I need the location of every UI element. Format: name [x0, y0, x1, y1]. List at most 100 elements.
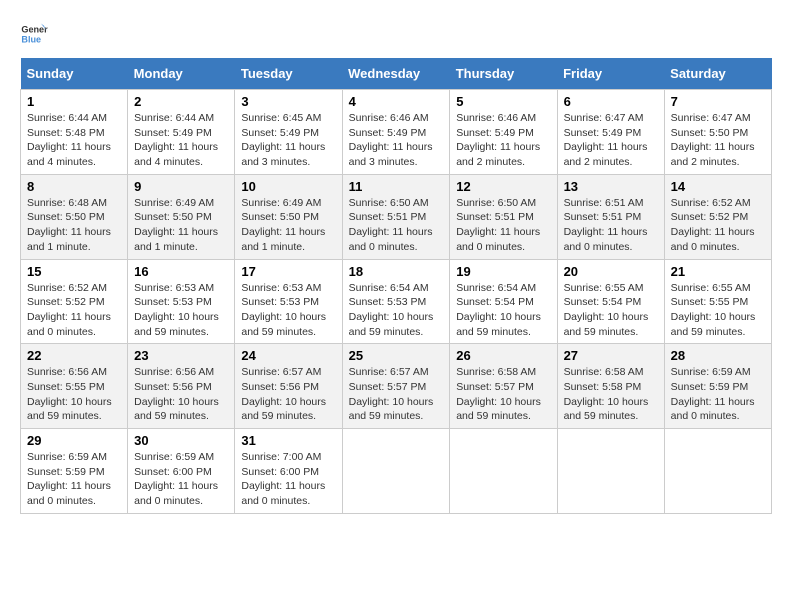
- day-info: Sunrise: 6:45 AM Sunset: 5:49 PM Dayligh…: [241, 111, 335, 170]
- day-cell-6: 6 Sunrise: 6:47 AM Sunset: 5:49 PM Dayli…: [557, 90, 664, 175]
- day-cell-12: 12 Sunrise: 6:50 AM Sunset: 5:51 PM Dayl…: [450, 174, 557, 259]
- day-info: Sunrise: 6:44 AM Sunset: 5:48 PM Dayligh…: [27, 111, 121, 170]
- svg-text:Blue: Blue: [21, 34, 41, 44]
- day-info: Sunrise: 6:47 AM Sunset: 5:50 PM Dayligh…: [671, 111, 765, 170]
- day-info: Sunrise: 6:56 AM Sunset: 5:55 PM Dayligh…: [27, 365, 121, 424]
- day-info: Sunrise: 7:00 AM Sunset: 6:00 PM Dayligh…: [241, 450, 335, 509]
- day-cell-19: 19 Sunrise: 6:54 AM Sunset: 5:54 PM Dayl…: [450, 259, 557, 344]
- calendar-week-5: 29 Sunrise: 6:59 AM Sunset: 5:59 PM Dayl…: [21, 429, 772, 514]
- day-number: 23: [134, 348, 228, 363]
- day-info: Sunrise: 6:58 AM Sunset: 5:58 PM Dayligh…: [564, 365, 658, 424]
- day-cell-26: 26 Sunrise: 6:58 AM Sunset: 5:57 PM Dayl…: [450, 344, 557, 429]
- empty-cell: [342, 429, 450, 514]
- day-cell-21: 21 Sunrise: 6:55 AM Sunset: 5:55 PM Dayl…: [664, 259, 771, 344]
- day-number: 20: [564, 264, 658, 279]
- day-info: Sunrise: 6:46 AM Sunset: 5:49 PM Dayligh…: [349, 111, 444, 170]
- day-cell-25: 25 Sunrise: 6:57 AM Sunset: 5:57 PM Dayl…: [342, 344, 450, 429]
- col-header-saturday: Saturday: [664, 58, 771, 90]
- day-number: 13: [564, 179, 658, 194]
- day-number: 11: [349, 179, 444, 194]
- day-number: 16: [134, 264, 228, 279]
- day-cell-22: 22 Sunrise: 6:56 AM Sunset: 5:55 PM Dayl…: [21, 344, 128, 429]
- day-info: Sunrise: 6:50 AM Sunset: 5:51 PM Dayligh…: [456, 196, 550, 255]
- header: General Blue: [20, 20, 772, 48]
- logo-icon: General Blue: [20, 20, 48, 48]
- col-header-wednesday: Wednesday: [342, 58, 450, 90]
- logo: General Blue: [20, 20, 56, 48]
- day-cell-3: 3 Sunrise: 6:45 AM Sunset: 5:49 PM Dayli…: [235, 90, 342, 175]
- day-info: Sunrise: 6:54 AM Sunset: 5:53 PM Dayligh…: [349, 281, 444, 340]
- day-number: 12: [456, 179, 550, 194]
- day-cell-24: 24 Sunrise: 6:57 AM Sunset: 5:56 PM Dayl…: [235, 344, 342, 429]
- day-info: Sunrise: 6:47 AM Sunset: 5:49 PM Dayligh…: [564, 111, 658, 170]
- calendar-week-2: 8 Sunrise: 6:48 AM Sunset: 5:50 PM Dayli…: [21, 174, 772, 259]
- day-number: 5: [456, 94, 550, 109]
- day-cell-1: 1 Sunrise: 6:44 AM Sunset: 5:48 PM Dayli…: [21, 90, 128, 175]
- day-number: 2: [134, 94, 228, 109]
- day-number: 26: [456, 348, 550, 363]
- day-info: Sunrise: 6:59 AM Sunset: 6:00 PM Dayligh…: [134, 450, 228, 509]
- day-number: 31: [241, 433, 335, 448]
- day-number: 25: [349, 348, 444, 363]
- day-number: 7: [671, 94, 765, 109]
- day-cell-29: 29 Sunrise: 6:59 AM Sunset: 5:59 PM Dayl…: [21, 429, 128, 514]
- day-number: 30: [134, 433, 228, 448]
- day-number: 15: [27, 264, 121, 279]
- calendar-week-3: 15 Sunrise: 6:52 AM Sunset: 5:52 PM Dayl…: [21, 259, 772, 344]
- calendar-week-1: 1 Sunrise: 6:44 AM Sunset: 5:48 PM Dayli…: [21, 90, 772, 175]
- day-info: Sunrise: 6:48 AM Sunset: 5:50 PM Dayligh…: [27, 196, 121, 255]
- col-header-thursday: Thursday: [450, 58, 557, 90]
- day-info: Sunrise: 6:52 AM Sunset: 5:52 PM Dayligh…: [671, 196, 765, 255]
- day-cell-5: 5 Sunrise: 6:46 AM Sunset: 5:49 PM Dayli…: [450, 90, 557, 175]
- day-cell-13: 13 Sunrise: 6:51 AM Sunset: 5:51 PM Dayl…: [557, 174, 664, 259]
- empty-cell: [450, 429, 557, 514]
- day-info: Sunrise: 6:54 AM Sunset: 5:54 PM Dayligh…: [456, 281, 550, 340]
- day-info: Sunrise: 6:57 AM Sunset: 5:56 PM Dayligh…: [241, 365, 335, 424]
- day-number: 29: [27, 433, 121, 448]
- day-number: 14: [671, 179, 765, 194]
- day-cell-27: 27 Sunrise: 6:58 AM Sunset: 5:58 PM Dayl…: [557, 344, 664, 429]
- day-cell-8: 8 Sunrise: 6:48 AM Sunset: 5:50 PM Dayli…: [21, 174, 128, 259]
- day-info: Sunrise: 6:59 AM Sunset: 5:59 PM Dayligh…: [671, 365, 765, 424]
- day-number: 3: [241, 94, 335, 109]
- day-cell-16: 16 Sunrise: 6:53 AM Sunset: 5:53 PM Dayl…: [128, 259, 235, 344]
- day-number: 27: [564, 348, 658, 363]
- day-number: 10: [241, 179, 335, 194]
- day-info: Sunrise: 6:55 AM Sunset: 5:54 PM Dayligh…: [564, 281, 658, 340]
- day-number: 24: [241, 348, 335, 363]
- day-cell-14: 14 Sunrise: 6:52 AM Sunset: 5:52 PM Dayl…: [664, 174, 771, 259]
- day-info: Sunrise: 6:44 AM Sunset: 5:49 PM Dayligh…: [134, 111, 228, 170]
- day-number: 1: [27, 94, 121, 109]
- calendar-week-4: 22 Sunrise: 6:56 AM Sunset: 5:55 PM Dayl…: [21, 344, 772, 429]
- day-cell-15: 15 Sunrise: 6:52 AM Sunset: 5:52 PM Dayl…: [21, 259, 128, 344]
- col-header-sunday: Sunday: [21, 58, 128, 90]
- calendar-table: SundayMondayTuesdayWednesdayThursdayFrid…: [20, 58, 772, 514]
- day-cell-10: 10 Sunrise: 6:49 AM Sunset: 5:50 PM Dayl…: [235, 174, 342, 259]
- day-info: Sunrise: 6:51 AM Sunset: 5:51 PM Dayligh…: [564, 196, 658, 255]
- day-number: 6: [564, 94, 658, 109]
- day-info: Sunrise: 6:55 AM Sunset: 5:55 PM Dayligh…: [671, 281, 765, 340]
- empty-cell: [557, 429, 664, 514]
- day-info: Sunrise: 6:53 AM Sunset: 5:53 PM Dayligh…: [241, 281, 335, 340]
- col-header-friday: Friday: [557, 58, 664, 90]
- header-row: SundayMondayTuesdayWednesdayThursdayFrid…: [21, 58, 772, 90]
- day-number: 17: [241, 264, 335, 279]
- day-cell-11: 11 Sunrise: 6:50 AM Sunset: 5:51 PM Dayl…: [342, 174, 450, 259]
- day-info: Sunrise: 6:58 AM Sunset: 5:57 PM Dayligh…: [456, 365, 550, 424]
- day-info: Sunrise: 6:53 AM Sunset: 5:53 PM Dayligh…: [134, 281, 228, 340]
- day-cell-7: 7 Sunrise: 6:47 AM Sunset: 5:50 PM Dayli…: [664, 90, 771, 175]
- day-cell-31: 31 Sunrise: 7:00 AM Sunset: 6:00 PM Dayl…: [235, 429, 342, 514]
- day-cell-20: 20 Sunrise: 6:55 AM Sunset: 5:54 PM Dayl…: [557, 259, 664, 344]
- day-info: Sunrise: 6:46 AM Sunset: 5:49 PM Dayligh…: [456, 111, 550, 170]
- day-info: Sunrise: 6:52 AM Sunset: 5:52 PM Dayligh…: [27, 281, 121, 340]
- day-number: 8: [27, 179, 121, 194]
- day-number: 22: [27, 348, 121, 363]
- day-cell-30: 30 Sunrise: 6:59 AM Sunset: 6:00 PM Dayl…: [128, 429, 235, 514]
- col-header-tuesday: Tuesday: [235, 58, 342, 90]
- day-info: Sunrise: 6:49 AM Sunset: 5:50 PM Dayligh…: [134, 196, 228, 255]
- day-info: Sunrise: 6:59 AM Sunset: 5:59 PM Dayligh…: [27, 450, 121, 509]
- day-number: 4: [349, 94, 444, 109]
- day-number: 21: [671, 264, 765, 279]
- day-cell-28: 28 Sunrise: 6:59 AM Sunset: 5:59 PM Dayl…: [664, 344, 771, 429]
- day-number: 28: [671, 348, 765, 363]
